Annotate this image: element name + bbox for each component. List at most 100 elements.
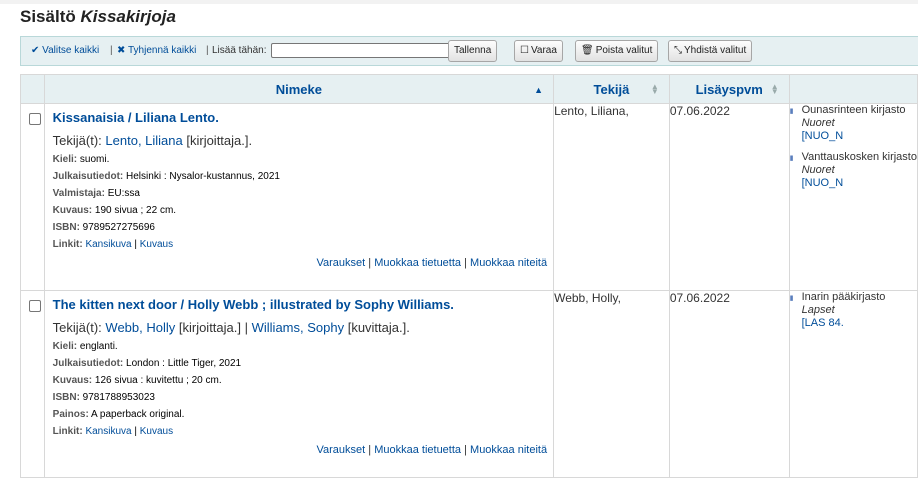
item-bullet-icon: ▮ [789, 108, 794, 115]
field-key: ISBN: [52, 392, 80, 403]
date-added-cell: 07.06.2022 [668, 103, 790, 291]
item-callnumber-link[interactable]: [LAS 84. [802, 317, 844, 329]
table-header-row: Nimeke ▲ Tekijä ▲ ▼ Lisäyspvm ▲ ▼ [20, 74, 918, 104]
authors-label: Tekijä(t): [52, 133, 106, 148]
field-key: Julkaisutiedot: [52, 171, 124, 182]
field-key: Valmistaja: [52, 188, 105, 199]
merge-selected-button[interactable]: ⤡ Yhdistä valitut [668, 40, 753, 62]
select-all-link[interactable]: ✔ Valitse kaikki [31, 45, 99, 56]
author-link[interactable]: Webb, Holly [105, 320, 175, 335]
clear-all-link[interactable]: ✖ Tyhjennä kaikki [117, 45, 196, 56]
item-collection: Nuoret [801, 164, 835, 176]
field-key: Kieli: [52, 341, 78, 352]
hold-label: Varaa [530, 45, 557, 56]
field-key: Painos: [52, 409, 89, 420]
field-value: englanti. [77, 341, 118, 352]
item-collection: Lapset [801, 304, 835, 316]
description-link[interactable]: Kuvaus [140, 426, 173, 437]
field-value: 9789527275696 [79, 222, 155, 233]
remove-selected-button[interactable]: 🗑 Poista valitut [575, 40, 659, 62]
column-header-date-added[interactable]: Lisäyspvm ▲ ▼ [668, 74, 790, 104]
author-link[interactable]: Lento, Liliana [105, 133, 182, 148]
clear-all-label: Tyhjennä kaikki [128, 45, 197, 56]
results-table: Nimeke ▲ Tekijä ▲ ▼ Lisäyspvm ▲ ▼ Kissanai… [20, 74, 918, 478]
column-author-label: Tekijä [593, 81, 630, 97]
record-actions: Varaukset | Muokkaa tietuetta | Muokkaa … [316, 444, 548, 456]
separator: | [206, 45, 209, 56]
record-field: Painos: A paperback original. [53, 409, 553, 420]
author-role: [kirjoittaja.] [175, 320, 241, 335]
field-key: Julkaisutiedot: [52, 358, 124, 369]
select-all-label: Valitse kaikki [42, 45, 100, 56]
cover-image-link[interactable]: Kansikuva [85, 426, 131, 437]
field-value: EU:ssa [104, 188, 140, 199]
record-field: ISBN: 9781788953023 [53, 392, 553, 403]
edit-record-link[interactable]: Muokkaa tietuetta [374, 257, 461, 269]
item-callnumber-link[interactable]: [NUO_N [802, 177, 844, 189]
record-title-link[interactable]: Kissanaisia / Liliana Lento. [53, 110, 553, 125]
items-cell: ▮ Inarin pääkirjasto Lapset [LAS 84. [788, 290, 918, 478]
item-location: Inarin pääkirjasto [801, 291, 886, 304]
field-key: Kuvaus: [52, 375, 93, 386]
column-date-added-label: Lisäyspvm [695, 81, 763, 97]
item-callnumber-link[interactable]: [NUO_N [802, 130, 844, 142]
record-checkbox[interactable] [29, 300, 41, 312]
header-select [20, 74, 45, 104]
authors-label: Tekijä(t): [52, 320, 106, 335]
separator: | [110, 45, 113, 56]
record-cell: The kitten next door / Holly Webb ; illu… [43, 290, 555, 478]
save-button[interactable]: Tallenna [448, 40, 498, 62]
list-name: Kissakirjoja [80, 7, 176, 26]
column-header-author[interactable]: Tekijä ▲ ▼ [553, 74, 670, 104]
item-bullet-icon: ▮ [789, 295, 794, 302]
record-checkbox[interactable] [29, 113, 41, 125]
cover-image-link[interactable]: Kansikuva [85, 239, 131, 250]
items-cell: ▮ Ounasrinteen kirjasto Nuoret [NUO_N ▮ … [788, 103, 918, 291]
author-link[interactable]: Williams, Sophy [252, 320, 344, 335]
field-key: Kieli: [52, 154, 78, 165]
record-title-link[interactable]: The kitten next door / Holly Webb ; illu… [53, 297, 553, 312]
record-field: Kuvaus: 190 sivua ; 22 cm. [53, 205, 553, 216]
record-authors: Tekijä(t): Webb, Holly [kirjoittaja.] | … [53, 320, 553, 335]
field-value: A paperback original. [88, 409, 185, 420]
title-prefix: Sisältö [20, 7, 76, 26]
record-authors: Tekijä(t): Lento, Liliana [kirjoittaja.]… [53, 133, 553, 148]
item-location: Ounasrinteen kirjasto [801, 104, 906, 117]
description-link[interactable]: Kuvaus [140, 239, 173, 250]
select-cell [20, 103, 45, 291]
date-added-cell: 07.06.2022 [668, 290, 790, 478]
author-role: [kuvittaja.]. [344, 320, 410, 335]
record-field: Julkaisutiedot: London : Little Tiger, 2… [53, 358, 553, 369]
top-strip [0, 0, 918, 4]
record-field: ISBN: 9789527275696 [53, 222, 553, 233]
column-header-items [788, 74, 918, 104]
edit-items-link[interactable]: Muokkaa niteitä [470, 444, 547, 456]
separator: | [244, 320, 252, 335]
item-entry: ▮ Inarin pääkirjasto Lapset [LAS 84. [789, 291, 916, 331]
sort-ascending-icon: ▲ [534, 85, 544, 95]
record-field: Kuvaus: 126 sivua : kuvitettu ; 20 cm. [53, 375, 553, 386]
field-value: 9781788953023 [79, 392, 155, 403]
holds-link[interactable]: Varaukset [317, 257, 366, 269]
sort-icon: ▲ ▼ [770, 82, 779, 96]
add-to-label: Lisää tähän: [212, 45, 267, 56]
column-header-title[interactable]: Nimeke ▲ [43, 74, 555, 104]
edit-record-link[interactable]: Muokkaa tietuetta [374, 444, 461, 456]
edit-items-link[interactable]: Muokkaa niteitä [470, 257, 547, 269]
table-row: The kitten next door / Holly Webb ; illu… [20, 290, 918, 478]
record-field: Julkaisutiedot: Helsinki : Nysalor-kusta… [53, 171, 553, 182]
trash-icon: 🗑 [581, 45, 594, 56]
sort-icon: ▲ ▼ [650, 82, 659, 96]
item-collection: Nuoret [801, 117, 835, 129]
add-to-list-select[interactable]: ⌄ [271, 43, 461, 58]
hold-button[interactable]: ☐ Varaa [514, 40, 563, 62]
field-key: ISBN: [52, 222, 80, 233]
field-value: Helsinki : Nysalor-kustannus, 2021 [123, 171, 280, 182]
field-key: Kuvaus: [52, 205, 93, 216]
record-field: Kieli: englanti. [53, 341, 553, 352]
record-actions: Varaukset | Muokkaa tietuetta | Muokkaa … [316, 257, 548, 269]
item-entry: ▮ Vanttauskosken kirjasto Nuoret [NUO_N [790, 151, 916, 190]
item-entry: ▮ Ounasrinteen kirjasto Nuoret [NUO_N [789, 104, 916, 144]
holds-link[interactable]: Varaukset [317, 444, 366, 456]
field-value: 126 sivua : kuvitettu ; 20 cm. [92, 375, 222, 386]
